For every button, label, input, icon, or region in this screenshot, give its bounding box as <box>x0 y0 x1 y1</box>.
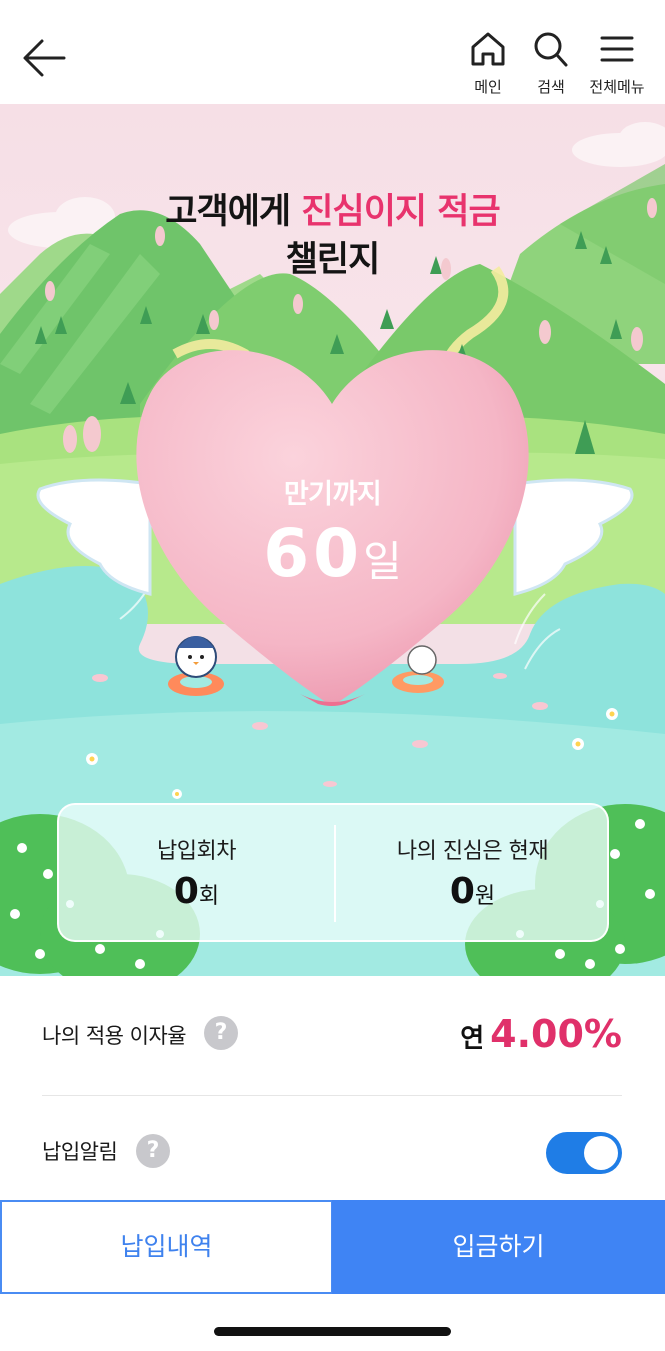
payment-count-unit: 회 <box>198 884 220 909</box>
challenge-hero-banner: 고객에게 진심이지 적금 챌린지 만기까지 60일 납입회차 0회 나의 진심은… <box>0 104 665 976</box>
hamburger-menu-icon <box>600 36 634 62</box>
search-icon <box>534 32 568 67</box>
top-nav-bar: 메인 검색 전체메뉴 <box>0 0 665 104</box>
challenge-title: 고객에게 진심이지 적금 챌린지 <box>0 188 665 284</box>
all-menu-button[interactable]: 전체메뉴 <box>582 30 652 102</box>
alert-help-icon[interactable]: ? <box>136 1134 170 1168</box>
back-arrow-icon[interactable] <box>18 34 70 82</box>
maturity-caption: 만기까지 <box>283 479 382 510</box>
current-amount-label: 나의 진심은 현재 <box>396 839 549 864</box>
current-amount-value: 0원 <box>335 871 610 912</box>
current-amount-number: 0 <box>449 871 475 912</box>
payment-alert-toggle[interactable] <box>546 1132 622 1174</box>
payment-alert-row: 납입알림 ? <box>42 1130 622 1176</box>
rate-percent: 4.00% <box>490 1012 622 1056</box>
search-label: 검색 <box>537 78 565 96</box>
search-button[interactable]: 검색 <box>518 30 584 102</box>
maturity-countdown: 만기까지 60일 <box>190 472 475 599</box>
days-unit: 일 <box>363 537 402 586</box>
rate-prefix: 연 <box>460 1024 485 1054</box>
interest-rate-row: 나의 적용 이자율 ? 연 4.00% <box>42 1010 622 1060</box>
payment-count-number: 0 <box>173 871 199 912</box>
main-home-button[interactable]: 메인 <box>455 30 521 102</box>
title-highlight: 진심이지 적금 <box>301 192 500 232</box>
home-indicator-bar <box>214 1327 451 1336</box>
current-amount-unit: 원 <box>474 884 496 909</box>
current-amount-section: 나의 진심은 현재 0원 <box>335 833 610 912</box>
payment-count-section: 납입회차 0회 <box>59 833 334 912</box>
title-text: 고객에게 <box>165 192 302 232</box>
rate-help-icon[interactable]: ? <box>204 1016 238 1050</box>
payment-count-label: 납입회차 <box>157 839 236 864</box>
payment-history-button[interactable]: 납입내역 <box>0 1200 333 1294</box>
interest-rate-label: 나의 적용 이자율 <box>42 1024 187 1048</box>
main-label: 메인 <box>474 78 502 96</box>
days-value: 60 <box>263 515 364 592</box>
days-remaining: 60일 <box>190 517 475 599</box>
deposit-button[interactable]: 입금하기 <box>332 1200 665 1294</box>
savings-summary-card: 납입회차 0회 나의 진심은 현재 0원 <box>57 803 609 942</box>
payment-alert-label: 납입알림 <box>42 1140 118 1164</box>
payment-count-value: 0회 <box>59 871 334 912</box>
menu-label: 전체메뉴 <box>589 78 645 96</box>
interest-rate-value: 연 4.00% <box>460 1012 622 1056</box>
home-icon <box>471 32 505 66</box>
toggle-knob <box>584 1136 618 1170</box>
title-line2: 챌린지 <box>285 240 381 280</box>
row-divider <box>42 1095 622 1096</box>
